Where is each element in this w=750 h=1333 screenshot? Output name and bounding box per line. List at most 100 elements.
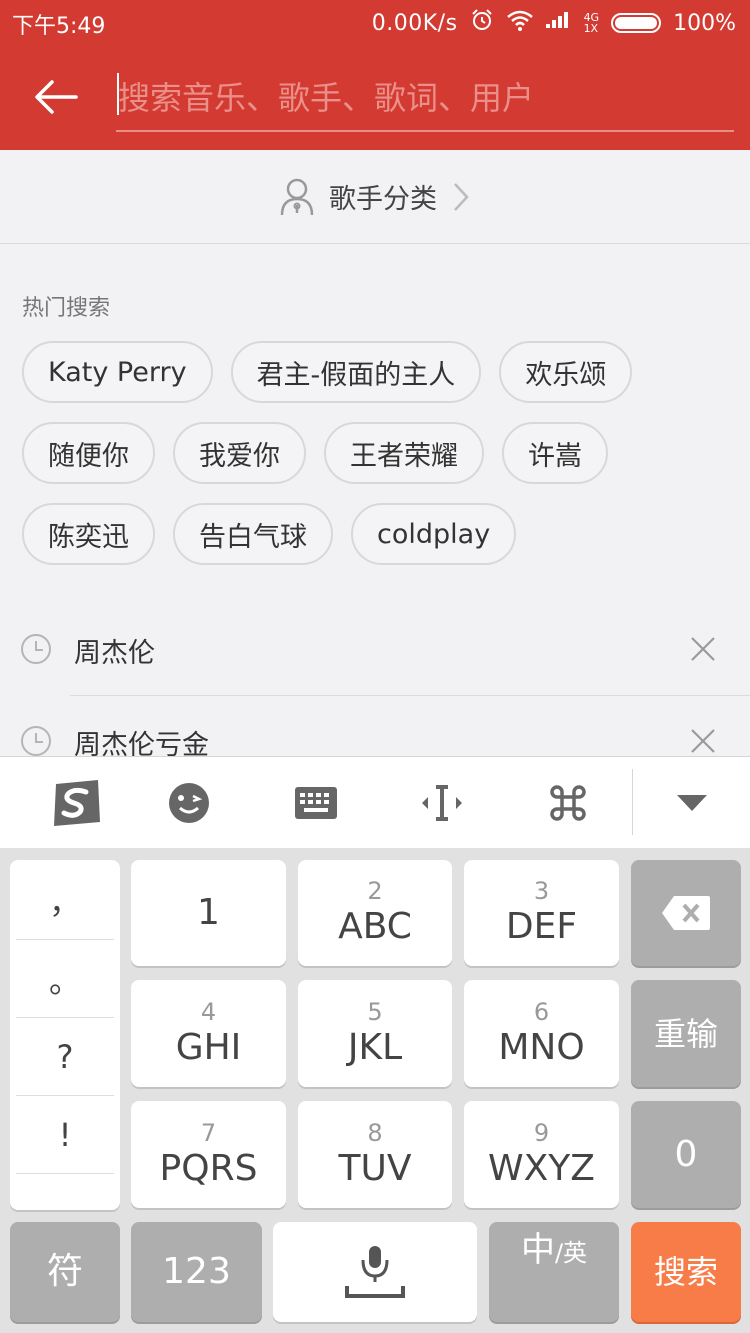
- key-label: JKL: [347, 1026, 403, 1068]
- search-field[interactable]: [116, 70, 734, 132]
- key-abc[interactable]: 2 ABC: [298, 860, 452, 966]
- search-input[interactable]: [116, 70, 734, 126]
- key-number: 7: [200, 1118, 217, 1147]
- backspace-key[interactable]: [631, 860, 741, 966]
- key-label: PQRS: [159, 1147, 258, 1189]
- arrow-left-icon: [35, 80, 78, 114]
- hot-tag[interactable]: 王者荣耀: [324, 422, 484, 484]
- voice-space-key[interactable]: [273, 1222, 477, 1322]
- key-label: 1: [197, 892, 220, 933]
- hot-tag[interactable]: 告白气球: [173, 503, 333, 565]
- key-pqrs[interactable]: 7 PQRS: [131, 1101, 286, 1208]
- cellular-signal-icon: [545, 10, 572, 36]
- chevron-right-icon: [454, 182, 469, 211]
- punct-key[interactable]: ?: [16, 1018, 114, 1096]
- clock-icon: [21, 726, 51, 756]
- search-key[interactable]: 搜索: [631, 1222, 741, 1322]
- reinput-key[interactable]: 重输: [631, 980, 741, 1087]
- singer-category-label: 歌手分类: [329, 184, 437, 215]
- key-def[interactable]: 3 DEF: [464, 860, 619, 966]
- battery-level: 100%: [673, 10, 736, 36]
- key-label: ABC: [338, 906, 412, 947]
- clock-icon: [21, 634, 51, 664]
- sogou-logo-button[interactable]: [27, 757, 127, 849]
- triangle-down-icon: [677, 795, 707, 811]
- lang-chinese: 中: [520, 1230, 555, 1270]
- key-label: WXYZ: [488, 1147, 595, 1189]
- key-label: 0: [674, 1133, 698, 1175]
- key-ghi[interactable]: 4 GHI: [131, 980, 286, 1087]
- hot-tag[interactable]: 我爱你: [173, 422, 306, 484]
- key-label: 123: [162, 1251, 231, 1292]
- key-jkl[interactable]: 5 JKL: [298, 980, 452, 1087]
- hot-tag[interactable]: 陈奕迅: [22, 503, 155, 565]
- close-icon[interactable]: [688, 634, 718, 664]
- backspace-icon: [662, 896, 710, 930]
- hot-tag[interactable]: 欢乐颂: [499, 341, 633, 403]
- toolbar-divider: [632, 769, 633, 835]
- cursor-move-button[interactable]: [392, 757, 492, 849]
- symbols-key[interactable]: 符: [10, 1222, 120, 1322]
- language-switch-key[interactable]: 中/英: [489, 1222, 619, 1322]
- text-caret: [117, 73, 119, 115]
- sogou-logo-icon: [54, 780, 100, 826]
- back-button[interactable]: [30, 72, 82, 122]
- command-icon: [550, 785, 586, 821]
- key-tuv[interactable]: 8 TUV: [298, 1101, 452, 1208]
- history-item[interactable]: 周杰伦亏金: [0, 696, 750, 756]
- key-label: MNO: [498, 1026, 585, 1068]
- text-cursor-icon: [422, 785, 462, 821]
- punctuation-column[interactable]: ， 。 ? !: [10, 860, 120, 1210]
- numbers-key[interactable]: 123: [131, 1222, 262, 1322]
- close-icon[interactable]: [688, 726, 718, 756]
- history-item[interactable]: 周杰伦: [0, 604, 750, 696]
- network-type-bottom: 1X: [583, 22, 599, 35]
- emoji-icon: [169, 783, 209, 823]
- alarm-icon: [470, 8, 494, 38]
- key-label: DEF: [505, 906, 578, 947]
- hot-tag[interactable]: 随便你: [22, 422, 155, 484]
- lang-english: /英: [554, 1239, 588, 1267]
- history-text: 周杰伦亏金: [74, 730, 209, 756]
- keyboard-switch-button[interactable]: [266, 757, 366, 849]
- key-number: 8: [367, 1118, 383, 1147]
- singer-icon: [280, 178, 314, 215]
- key-label: 搜索: [653, 1253, 718, 1291]
- key-1[interactable]: 1: [131, 860, 286, 966]
- key-label: 符: [46, 1251, 83, 1292]
- history-text: 周杰伦: [74, 638, 155, 669]
- wifi-icon: [506, 9, 534, 37]
- punct-key[interactable]: !: [16, 1096, 114, 1174]
- status-indicators: 0.00K/s 4G 1X 100%: [372, 8, 736, 38]
- network-type: 4G 1X: [584, 12, 600, 34]
- hot-tag[interactable]: Katy Perry: [22, 341, 213, 403]
- search-header: [0, 44, 750, 150]
- hot-search-title: 热门搜索: [22, 296, 111, 321]
- search-history: 周杰伦 周杰伦亏金: [0, 604, 750, 756]
- status-bar: 下午5:49 0.00K/s 4G 1X 100%: [0, 0, 750, 44]
- singer-category-link[interactable]: 歌手分类: [0, 150, 750, 244]
- status-time: 下午5:49: [12, 14, 106, 39]
- hot-tag[interactable]: 君主-假面的主人: [230, 341, 482, 403]
- punct-key[interactable]: ，: [16, 860, 114, 940]
- command-button[interactable]: [518, 757, 618, 849]
- hot-search-tags: Katy Perry 君主-假面的主人 欢乐颂 随便你 我爱你 王者荣耀 许嵩 …: [22, 341, 732, 565]
- key-0[interactable]: 0: [631, 1101, 741, 1208]
- keyboard: ， 。 ? ! 1 2 ABC 3 DEF 4 GHI 5 JKL 6 MNO …: [0, 848, 750, 1333]
- key-number: 9: [533, 1118, 550, 1147]
- punct-key[interactable]: 。: [16, 940, 114, 1018]
- hide-keyboard-button[interactable]: [642, 757, 742, 849]
- key-number: 6: [533, 997, 550, 1026]
- key-label: TUV: [338, 1147, 412, 1189]
- key-label: 重输: [653, 1014, 718, 1053]
- key-mno[interactable]: 6 MNO: [464, 980, 619, 1087]
- microphone-icon: [345, 1246, 405, 1298]
- key-number: 5: [367, 997, 383, 1026]
- net-speed: 0.00K/s: [371, 10, 458, 36]
- hot-tag[interactable]: coldplay: [351, 503, 517, 565]
- emoji-button[interactable]: [139, 757, 239, 849]
- key-wxyz[interactable]: 9 WXYZ: [464, 1101, 619, 1208]
- key-label: GHI: [175, 1026, 242, 1068]
- key-number: 2: [367, 877, 383, 905]
- hot-tag[interactable]: 许嵩: [502, 422, 608, 484]
